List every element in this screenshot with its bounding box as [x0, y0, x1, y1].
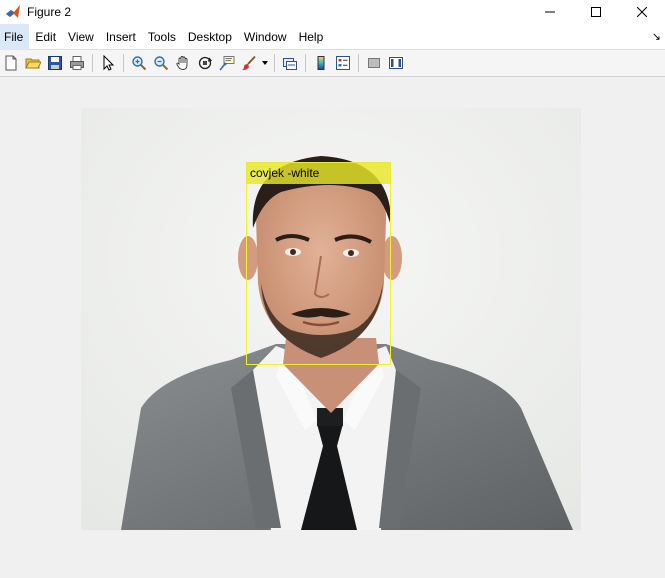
brush-button[interactable]	[238, 52, 260, 74]
insert-legend-button[interactable]	[332, 52, 354, 74]
open-file-button[interactable]	[22, 52, 44, 74]
toolbar-separator	[358, 54, 359, 72]
menu-view[interactable]: View	[62, 24, 100, 50]
show-plot-tools-icon	[389, 57, 403, 69]
open-file-icon	[25, 58, 41, 69]
title-bar: Figure 2	[0, 0, 665, 24]
brush-dropdown[interactable]	[260, 52, 270, 74]
maximize-icon	[591, 7, 601, 17]
zoom-in-button[interactable]	[128, 52, 150, 74]
legend-icon	[336, 56, 350, 70]
zoom-out-icon	[154, 56, 169, 71]
menu-file[interactable]: File	[0, 23, 30, 50]
hide-plot-tools-button[interactable]	[363, 52, 385, 74]
toolbar-separator	[92, 54, 93, 72]
chevron-down-icon	[262, 61, 268, 65]
dock-figure-icon[interactable]: ↘	[652, 30, 661, 43]
matlab-icon	[6, 5, 20, 18]
menu-edit[interactable]: Edit	[29, 24, 62, 50]
print-icon	[70, 56, 84, 70]
select-arrow-icon	[103, 55, 115, 71]
new-figure-icon	[5, 55, 17, 71]
show-plot-tools-button[interactable]	[385, 52, 407, 74]
menu-desktop[interactable]: Desktop	[182, 24, 238, 50]
toolbar-separator	[123, 54, 124, 72]
menu-insert[interactable]: Insert	[100, 24, 142, 50]
toolbar-separator	[305, 54, 306, 72]
minimize-button[interactable]	[527, 0, 573, 24]
minimize-icon	[545, 11, 555, 13]
link-plot-icon	[283, 58, 297, 70]
figure-toolbar	[0, 50, 665, 77]
new-figure-button[interactable]	[0, 52, 22, 74]
window-title: Figure 2	[27, 5, 72, 19]
print-button[interactable]	[66, 52, 88, 74]
detection-label: covjek -white	[246, 162, 391, 184]
menu-tools[interactable]: Tools	[142, 24, 182, 50]
rotate-3d-icon	[198, 56, 213, 70]
save-button[interactable]	[44, 52, 66, 74]
hide-plot-tools-icon	[368, 58, 380, 68]
menu-bar: File Edit View Insert Tools Desktop Wind…	[0, 23, 665, 50]
close-button[interactable]	[619, 0, 665, 24]
pan-button[interactable]	[172, 52, 194, 74]
zoom-in-icon	[132, 56, 147, 71]
close-icon	[637, 7, 647, 17]
maximize-button[interactable]	[573, 0, 619, 24]
zoom-out-button[interactable]	[150, 52, 172, 74]
edit-plot-button[interactable]	[97, 52, 119, 74]
insert-colorbar-button[interactable]	[310, 52, 332, 74]
data-cursor-button[interactable]	[216, 52, 238, 74]
link-plot-button[interactable]	[279, 52, 301, 74]
pan-hand-icon	[176, 56, 188, 70]
save-icon	[48, 56, 62, 70]
rotate-3d-button[interactable]	[194, 52, 216, 74]
face-detection-box	[246, 162, 391, 365]
data-cursor-icon	[219, 56, 235, 71]
toolbar-separator	[274, 54, 275, 72]
menu-help[interactable]: Help	[293, 24, 330, 50]
menu-window[interactable]: Window	[238, 24, 293, 50]
brush-icon	[242, 55, 256, 71]
window-controls	[527, 0, 665, 24]
colorbar-icon	[317, 56, 325, 70]
